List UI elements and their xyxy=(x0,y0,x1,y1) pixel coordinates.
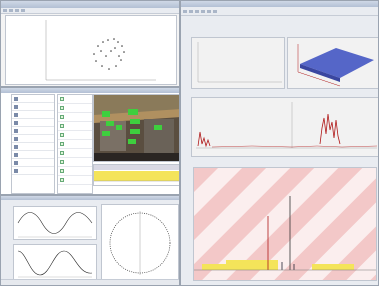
status-bar xyxy=(1,279,179,285)
middle-left-window[interactable] xyxy=(0,87,180,195)
tree-item-icon xyxy=(14,104,18,109)
green-tag xyxy=(102,131,110,136)
right-window[interactable] xyxy=(180,0,379,286)
checkbox-icon[interactable] xyxy=(60,142,64,146)
sine-plot-top-panel[interactable] xyxy=(13,206,97,240)
tree-item-icon xyxy=(14,96,18,101)
property-row[interactable] xyxy=(58,104,92,113)
checkbox-icon[interactable] xyxy=(60,115,64,119)
tree-item[interactable] xyxy=(12,95,54,103)
property-row[interactable] xyxy=(58,131,92,140)
property-row[interactable] xyxy=(58,158,92,167)
scatter-points xyxy=(93,38,125,70)
checkbox-icon[interactable] xyxy=(60,178,64,182)
property-row[interactable] xyxy=(58,113,92,122)
tree-item-icon xyxy=(14,168,18,173)
tree-item[interactable] xyxy=(12,127,54,135)
toolbar-button-icon[interactable] xyxy=(21,9,25,12)
tree-item-icon xyxy=(14,120,18,125)
tree-item-icon xyxy=(14,144,18,149)
bottom-left-window[interactable] xyxy=(0,195,180,286)
scatter-plot-panel[interactable] xyxy=(5,15,177,85)
3d-scene-viewport[interactable] xyxy=(93,94,179,162)
tree-item-icon xyxy=(14,160,18,165)
tree-item[interactable] xyxy=(12,167,54,175)
toolbar-button-icon[interactable] xyxy=(183,9,187,13)
property-list[interactable] xyxy=(57,94,93,194)
timeseries-panel[interactable] xyxy=(191,97,378,157)
toolbar-button-icon[interactable] xyxy=(213,9,217,13)
green-tag xyxy=(128,139,136,144)
checkbox-icon[interactable] xyxy=(60,106,64,110)
checkbox-icon[interactable] xyxy=(60,151,64,155)
tree-item-icon xyxy=(14,128,18,133)
tree-view[interactable] xyxy=(11,94,55,194)
timeline-strip[interactable] xyxy=(93,164,179,186)
property-row[interactable] xyxy=(58,167,92,176)
spectrum-panel[interactable] xyxy=(193,167,377,281)
tree-item[interactable] xyxy=(12,159,54,167)
scatter-plot xyxy=(45,20,156,81)
green-tag xyxy=(106,121,114,126)
tree-item-icon xyxy=(14,152,18,157)
tree-item[interactable] xyxy=(12,151,54,159)
tree-item-icon xyxy=(14,136,18,141)
toolbar-button-icon[interactable] xyxy=(201,9,205,13)
sine-plot-bottom xyxy=(17,250,93,278)
checkbox-icon[interactable] xyxy=(60,133,64,137)
timeseries-plot xyxy=(196,102,378,149)
tree-item[interactable] xyxy=(12,135,54,143)
toolbar-button-icon[interactable] xyxy=(15,9,19,12)
green-tag xyxy=(154,125,162,130)
tree-item[interactable] xyxy=(12,103,54,111)
tree-item[interactable] xyxy=(12,111,54,119)
green-tag xyxy=(130,129,140,134)
surface-3d xyxy=(297,44,374,87)
checkbox-icon[interactable] xyxy=(60,169,64,173)
top-left-window[interactable] xyxy=(0,0,180,87)
sine-plot-bottom-panel[interactable] xyxy=(13,244,97,280)
toolbar-button-icon[interactable] xyxy=(195,9,199,13)
top-left-titlebar[interactable] xyxy=(1,1,179,8)
property-row[interactable] xyxy=(58,176,92,185)
green-tag xyxy=(102,111,110,117)
top-left-toolbar xyxy=(1,8,179,14)
empty-plot-panel[interactable] xyxy=(191,37,285,89)
toolbar-button-icon[interactable] xyxy=(207,9,211,13)
tree-item[interactable] xyxy=(12,143,54,151)
polar-plot-panel[interactable] xyxy=(101,204,179,282)
middle-left-titlebar[interactable] xyxy=(1,88,179,93)
toolbar-button-icon[interactable] xyxy=(3,9,7,12)
3d-scene xyxy=(94,95,179,161)
bottom-left-titlebar[interactable] xyxy=(1,196,179,200)
surface-3d-panel[interactable] xyxy=(287,37,378,89)
right-toolbar xyxy=(181,7,378,16)
property-row[interactable] xyxy=(58,95,92,104)
property-row[interactable] xyxy=(58,140,92,149)
sine-plot-top xyxy=(17,212,93,238)
green-tag xyxy=(128,109,138,115)
green-tag xyxy=(116,125,122,130)
empty-plot xyxy=(197,42,282,83)
checkbox-icon[interactable] xyxy=(60,160,64,164)
property-row[interactable] xyxy=(58,122,92,131)
checkbox-icon[interactable] xyxy=(60,97,64,101)
desktop xyxy=(0,0,379,286)
polar-plot xyxy=(109,211,171,275)
spectrum-plot xyxy=(194,168,376,280)
tree-item-icon xyxy=(14,112,18,117)
timeline xyxy=(94,165,179,182)
checkbox-icon[interactable] xyxy=(60,124,64,128)
toolbar-button-icon[interactable] xyxy=(189,9,193,13)
property-row[interactable] xyxy=(58,149,92,158)
toolbar-button-icon[interactable] xyxy=(9,9,13,12)
green-tag xyxy=(130,119,140,124)
tree-item[interactable] xyxy=(12,119,54,127)
